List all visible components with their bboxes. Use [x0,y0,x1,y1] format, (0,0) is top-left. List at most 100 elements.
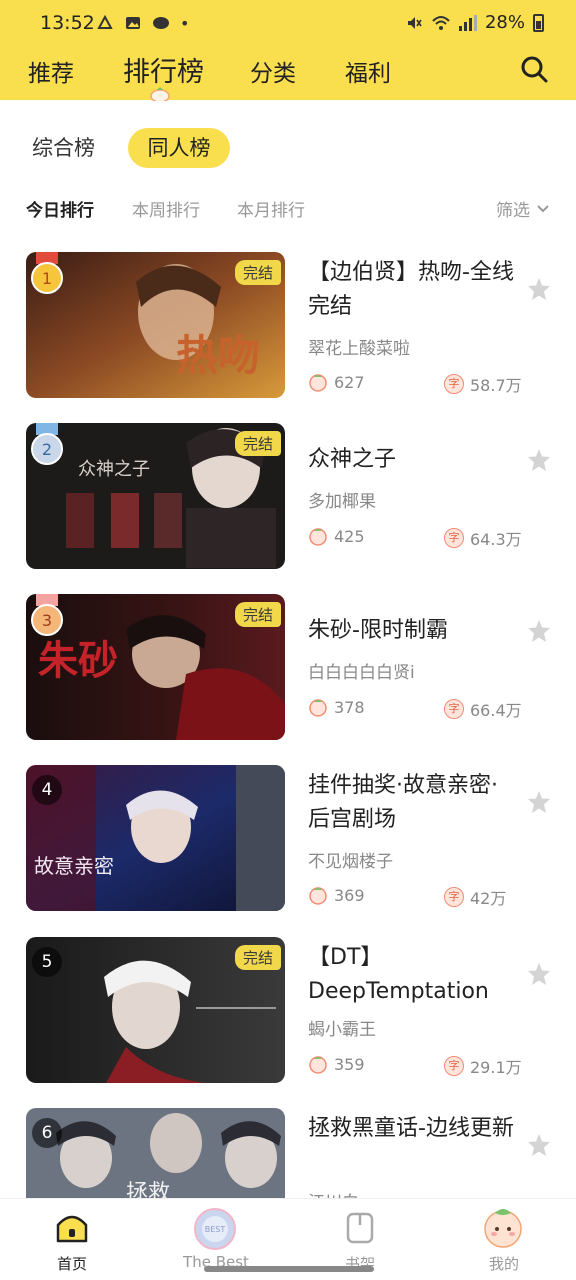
book-title[interactable]: 众神之子 [308,443,514,477]
words-count: 58.7万 [470,376,522,395]
cover-title-text: 故意亲密 [34,854,114,878]
word-count-icon: 字 [444,887,464,907]
reads-stat: 359 [308,1054,365,1074]
rank-number-badge: 6 [32,1118,62,1148]
book-author: 多加椰果 [308,492,376,512]
segment-overall[interactable]: 综合榜 [32,128,95,168]
rank-number-badge: 5 [32,947,62,977]
nav-home[interactable]: 首页 [17,1199,127,1280]
filter-button[interactable]: 筛选 [496,196,550,221]
star-icon[interactable] [526,276,552,302]
reads-count: 425 [334,526,365,546]
word-count-icon: 字 [444,1056,464,1076]
peach-icon [309,699,327,717]
book-author: 翠花上酸菜啦 [308,339,410,359]
filter-label: 筛选 [496,201,530,221]
book-title[interactable]: 拯救黑童话-边线更新 [308,1112,514,1146]
reads-stat: 627 [308,372,365,392]
book-cover[interactable]: 热吻 完结 [26,252,285,398]
segment-fanfic[interactable]: 同人榜 [128,128,230,168]
book-cover[interactable]: 故意亲密 4 [26,765,285,911]
book-cover[interactable]: 众神之子 完结 [26,423,285,569]
book-title[interactable]: 朱砂-限时制霸 [308,614,514,648]
rank-number: 3 [42,611,52,630]
finished-badge: 完结 [234,431,281,456]
words-count: 66.4万 [470,701,522,720]
top-bar: 13:52 • 28% 推荐 排行榜 分类 福利 [0,0,576,101]
bookshelf-icon [346,1212,374,1244]
tab-recommend[interactable]: 推荐 [28,54,74,88]
list-item[interactable]: 朱砂 完结 3 朱砂-限时制霸 白白白白白贤i 378 字 66.4万 [26,594,556,740]
book-cover[interactable]: 5 完结 [26,937,285,1083]
battery-percent: 28% [484,12,525,33]
wifi-icon [432,15,450,30]
status-time: 13:52 [40,12,95,34]
finished-badge: 完结 [234,602,281,627]
book-cover[interactable]: 拯救 6 [26,1108,285,1198]
finished-badge: 完结 [234,945,281,970]
top-nav: 推荐 排行榜 分类 福利 [0,46,576,101]
subtab-today[interactable]: 今日排行 [26,196,94,221]
search-icon[interactable] [520,55,548,83]
words-stat: 字 66.4万 [444,697,522,721]
book-author: 不见烟楼子 [308,852,393,872]
active-tab-mascot-icon [150,87,170,101]
book-cover[interactable]: 朱砂 完结 [26,594,285,740]
list-item[interactable]: 故意亲密 4 挂件抽奖·故意亲密·后宫剧场 不见烟楼子 369 字 42万 [26,765,556,911]
gesture-home-bar[interactable] [204,1266,374,1272]
svg-text:BEST: BEST [205,1225,226,1234]
reads-stat: 369 [308,885,365,905]
list-item[interactable]: 热吻 完结 1 【边伯贤】热吻-全线完结 翠花上酸菜啦 627 字 58.7万 [26,252,556,398]
book-author: 蝎小霸王 [308,1020,376,1040]
chevron-down-icon [537,204,549,212]
cover-title-text: 热吻 [176,331,260,380]
tab-ranking[interactable]: 排行榜 [123,50,204,89]
words-count: 42万 [470,889,507,908]
book-title[interactable]: 挂件抽奖·故意亲密·后宫剧场 [308,769,514,837]
notification-app-icon [97,14,113,29]
subtab-week[interactable]: 本周排行 [132,196,200,221]
finished-badge: 完结 [234,260,281,285]
word-count-icon: 字 [444,374,464,394]
list-item[interactable]: 5 完结 【DT】DeepTemptation 蝎小霸王 359 字 29.1万 [26,937,556,1083]
star-icon[interactable] [526,618,552,644]
best-badge-icon: BEST [194,1208,236,1250]
list-item[interactable]: 众神之子 完结 2 众神之子 多加椰果 425 字 64.3万 [26,423,556,569]
word-count-icon: 字 [444,699,464,719]
book-title[interactable]: 【DT】DeepTemptation [308,941,514,1009]
reads-stat: 378 [308,697,365,717]
book-title[interactable]: 【边伯贤】热吻-全线完结 [308,256,514,324]
peach-icon [309,374,327,392]
reads-stat: 425 [308,526,365,546]
message-icon [153,17,169,29]
book-author: 白白白白白贤i [308,663,415,683]
nav-mine[interactable]: 我的 [449,1199,559,1280]
reads-count: 378 [334,697,365,717]
words-stat: 字 64.3万 [444,526,522,550]
tab-welfare[interactable]: 福利 [345,54,391,88]
star-icon[interactable] [526,447,552,473]
status-bar: 13:52 • 28% [0,0,576,46]
battery-icon [533,13,544,32]
notification-icons: • [96,14,189,33]
signal-icon [458,14,477,31]
mute-icon [407,16,422,29]
subtab-month[interactable]: 本月排行 [237,196,305,221]
rank-number: 1 [42,269,52,288]
peach-icon [309,1056,327,1074]
tab-category[interactable]: 分类 [250,54,296,88]
cover-title-text: 众神之子 [78,459,150,480]
cover-title-text: 朱砂 [38,637,118,684]
star-icon[interactable] [526,961,552,987]
rank-number: 2 [42,440,52,459]
rank-number-badge: 4 [32,775,62,805]
star-icon[interactable] [526,1132,552,1158]
nav-mine-label: 我的 [488,1255,519,1273]
words-stat: 字 29.1万 [444,1054,522,1078]
status-right: 28% [405,12,544,33]
reads-count: 369 [334,885,365,905]
words-count: 29.1万 [470,1058,522,1077]
words-stat: 字 58.7万 [444,372,522,396]
list-item[interactable]: 拯救 6 拯救黑童话-边线更新 江川白 [26,1108,556,1198]
star-icon[interactable] [526,789,552,815]
